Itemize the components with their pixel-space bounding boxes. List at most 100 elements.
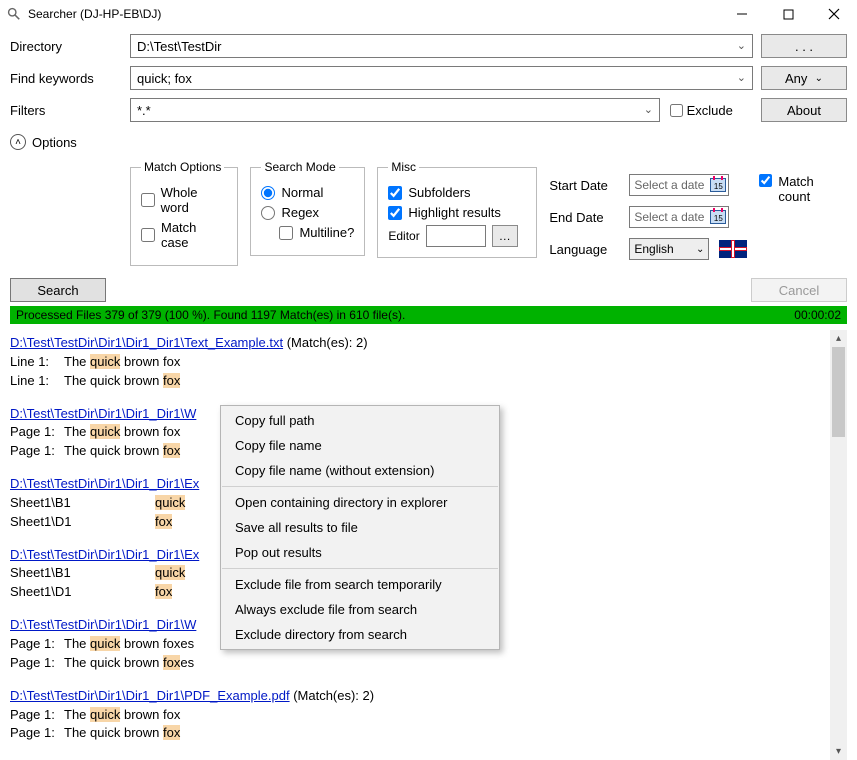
filters-label: Filters [10,103,130,118]
highlight: quick [90,354,120,369]
result-file-link[interactable]: D:\Test\TestDir\Dir1\Dir1_Dir1\Ex [10,476,199,491]
result-line-label: Sheet1\B1 [10,564,155,583]
scrollbar[interactable]: ▴ ▾ [830,330,847,760]
result-line-label: Sheet1\D1 [10,583,155,602]
status-text: Processed Files 379 of 379 (100 %). Foun… [16,308,405,322]
search-button[interactable]: Search [10,278,106,302]
result-line-text: The quick brown fox [64,724,180,743]
result-line: Page 1:The quick brown fox [10,724,847,743]
separator [222,486,498,487]
highlight: fox [155,584,172,599]
keywords-value: quick; fox [137,71,192,86]
result-line-label: Page 1: [10,442,58,461]
status-time: 00:00:02 [794,308,841,322]
exclude-checkbox[interactable]: Exclude [670,103,733,118]
language-label: Language [549,242,619,257]
filters-input[interactable]: *.* ⌄ [130,98,660,122]
start-date-input[interactable]: Select a date 15 [629,174,729,196]
result-file-link[interactable]: D:\Test\TestDir\Dir1\Dir1_Dir1\W [10,406,196,421]
ctx-exclude-dir[interactable]: Exclude directory from search [221,622,499,647]
options-toggle[interactable]: ˄ Options [0,130,857,160]
result-file-link[interactable]: D:\Test\TestDir\Dir1\Dir1_Dir1\Ex [10,547,199,562]
highlight: fox [163,373,180,388]
result-line-text: The quick brown fox [64,442,180,461]
subfolders-checkbox[interactable]: Subfolders [388,185,526,200]
result-file-link[interactable]: D:\Test\TestDir\Dir1\Dir1_Dir1\Text_Exam… [10,335,283,350]
result-line-text: quick [155,494,185,513]
ctx-open-containing[interactable]: Open containing directory in explorer [221,490,499,515]
result-line-label: Sheet1\D1 [10,513,155,532]
cancel-button[interactable]: Cancel [751,278,847,302]
language-select[interactable]: English ⌄ [629,238,709,260]
chevron-down-icon: ⌄ [737,71,746,84]
highlight: quick [155,565,185,580]
context-menu: Copy full path Copy file name Copy file … [220,405,500,650]
app-icon [6,6,22,22]
any-button[interactable]: Any ⌄ [761,66,847,90]
highlight-results-checkbox[interactable]: Highlight results [388,205,526,220]
keywords-input[interactable]: quick; fox ⌄ [130,66,753,90]
result-line: Page 1:The quick brown foxes [10,654,847,673]
end-date-label: End Date [549,210,619,225]
highlight: fox [163,655,180,670]
result-file-link[interactable]: D:\Test\TestDir\Dir1\Dir1_Dir1\PDF_Examp… [10,688,290,703]
highlight: fox [163,725,180,740]
chevron-down-icon: ⌄ [815,73,823,84]
result-line: Line 1: The quick brown fox [10,372,847,391]
ctx-always-exclude[interactable]: Always exclude file from search [221,597,499,622]
result-block: D:\Test\TestDir\Dir1\Dir1_Dir1\Text_Exam… [10,334,847,391]
ctx-save-all[interactable]: Save all results to file [221,515,499,540]
normal-radio[interactable]: Normal [261,185,354,200]
whole-word-checkbox[interactable]: Whole word [141,185,227,215]
match-case-checkbox[interactable]: Match case [141,220,227,250]
about-button[interactable]: About [761,98,847,122]
maximize-button[interactable] [765,0,811,28]
result-line: Line 1: The quick brown fox [10,353,847,372]
browse-editor-button[interactable]: … [492,225,518,247]
result-line-text: The quick brown foxes [64,635,194,654]
result-line-text: The quick brown foxes [64,654,194,673]
close-button[interactable] [811,0,857,28]
ctx-copy-file-name[interactable]: Copy file name [221,433,499,458]
result-match-count: (Match(es): 2) [283,335,368,350]
scroll-thumb[interactable] [832,347,845,437]
regex-radio[interactable]: Regex [261,205,354,220]
result-match-count: (Match(es): 2) [290,688,375,703]
multiline-checkbox[interactable]: Multiline? [279,225,354,240]
ctx-copy-full-path[interactable]: Copy full path [221,408,499,433]
result-line-text: The quick brown fox [64,423,180,442]
browse-directory-button[interactable]: . . . [761,34,847,58]
search-mode-group: Search Mode Normal Regex Multiline? [250,160,365,256]
ctx-copy-file-name-noext[interactable]: Copy file name (without extension) [221,458,499,483]
directory-value: D:\Test\TestDir [137,39,222,54]
highlight: quick [90,424,120,439]
window-title: Searcher (DJ-HP-EB\DJ) [28,7,161,21]
editor-input[interactable] [426,225,486,247]
scroll-down-button[interactable]: ▾ [830,743,847,760]
result-block: D:\Test\TestDir\Dir1\Dir1_Dir1\PDF_Examp… [10,687,847,744]
scroll-up-button[interactable]: ▴ [830,330,847,347]
match-options-group: Match Options Whole word Match case [130,160,238,266]
result-line-text: The quick brown fox [64,372,180,391]
result-line-label: Line 1: [10,353,58,372]
end-date-input[interactable]: Select a date 15 [629,206,729,228]
minimize-button[interactable] [719,0,765,28]
chevron-down-icon: ⌄ [737,39,746,52]
calendar-icon: 15 [710,210,726,224]
chevron-up-icon: ˄ [10,134,26,150]
result-line-label: Line 1: [10,372,58,391]
ctx-exclude-temp[interactable]: Exclude file from search temporarily [221,572,499,597]
result-line-text: fox [155,583,172,602]
result-line-text: The quick brown fox [64,353,180,372]
highlight: fox [163,443,180,458]
result-line-label: Page 1: [10,423,58,442]
ctx-pop-out[interactable]: Pop out results [221,540,499,565]
chevron-down-icon: ⌄ [644,103,653,116]
directory-input[interactable]: D:\Test\TestDir ⌄ [130,34,753,58]
result-line: Page 1:The quick brown fox [10,706,847,725]
calendar-icon: 15 [710,178,726,192]
result-file-link[interactable]: D:\Test\TestDir\Dir1\Dir1_Dir1\W [10,617,196,632]
match-count-checkbox[interactable]: Match count [759,160,847,204]
directory-label: Directory [10,39,130,54]
filters-value: *.* [137,103,151,118]
